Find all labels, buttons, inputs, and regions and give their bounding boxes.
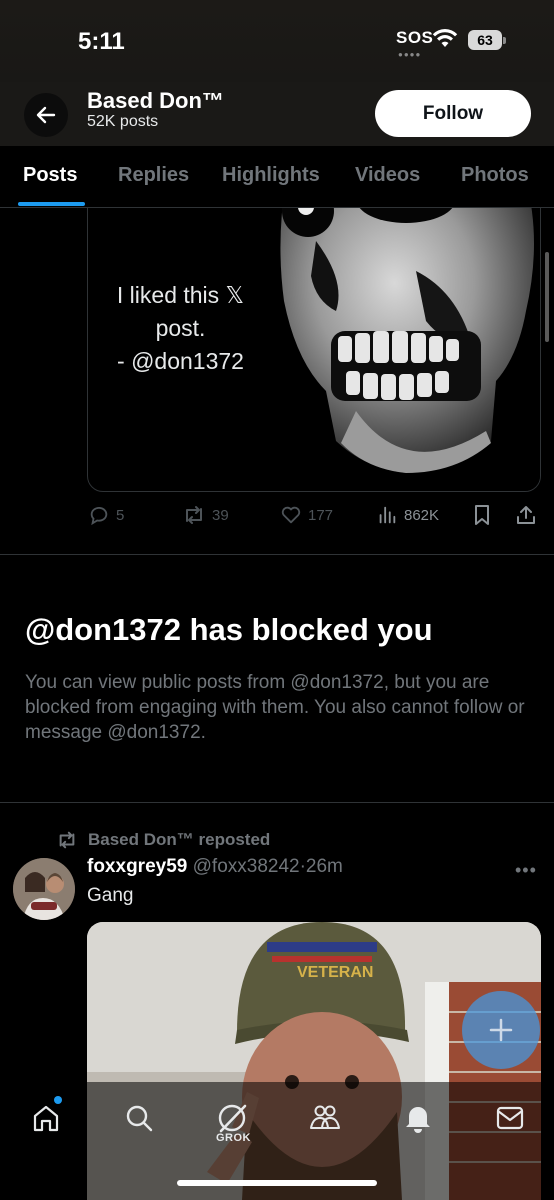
heart-icon: [281, 506, 301, 524]
wifi-icon: [432, 29, 458, 47]
tab-posts[interactable]: Posts: [23, 164, 77, 187]
image-caption-line1: I liked this 𝕏: [116, 282, 245, 308]
carrier-label: SOS: [396, 28, 434, 47]
views-action[interactable]: 862K: [376, 504, 439, 526]
active-tab-indicator: [18, 202, 85, 206]
arrow-left-icon: [36, 106, 56, 124]
skull-image: [256, 181, 540, 491]
reply-icon: [90, 506, 108, 526]
repost-icon: [186, 506, 202, 524]
avatar-photo: [13, 858, 75, 920]
back-button[interactable]: [24, 93, 68, 137]
post-count: 52K posts: [87, 113, 159, 130]
profile-name: Based Don™: [87, 88, 224, 113]
reply-count: 5: [116, 506, 125, 524]
like-count: 177: [308, 506, 334, 524]
tab-videos[interactable]: Videos: [355, 164, 420, 187]
battery-level: 63: [468, 30, 502, 50]
bottom-nav: GROK: [0, 1082, 554, 1200]
svg-text:VETERAN: VETERAN: [297, 964, 373, 981]
profile-tabs: Posts Replies Highlights Videos Photos: [0, 146, 554, 208]
nav-notifications[interactable]: [400, 1100, 436, 1136]
post-author[interactable]: foxxgrey59 @foxx38242·26m: [87, 856, 343, 878]
avatar[interactable]: [13, 858, 75, 920]
blocked-title: @don1372 has blocked you: [25, 612, 433, 647]
battery-icon: 63: [468, 30, 506, 50]
home-indicator: [177, 1180, 377, 1186]
grok-icon: [218, 1104, 247, 1133]
notifications-icon: [406, 1107, 430, 1133]
profile-header: Based Don™ 52K posts Follow: [0, 82, 554, 146]
nav-communities[interactable]: [307, 1100, 343, 1136]
communities-icon: [310, 1105, 340, 1129]
repost-icon: [59, 831, 75, 849]
share-icon: [517, 506, 535, 524]
image-caption-line2: post.: [155, 315, 206, 341]
messages-icon: [496, 1106, 524, 1130]
divider: [0, 554, 554, 555]
status-time: 5:11: [78, 28, 125, 55]
bookmark-button[interactable]: [472, 504, 492, 526]
view-count: 862K: [404, 506, 440, 524]
author-name[interactable]: foxxgrey59: [87, 856, 187, 877]
tab-replies[interactable]: Replies: [118, 164, 189, 187]
nav-search[interactable]: [121, 1100, 157, 1136]
home-icon: [33, 1105, 59, 1132]
nav-messages[interactable]: [492, 1100, 528, 1136]
plus-icon: [489, 1018, 513, 1042]
blocked-description: You can view public posts from @don1372,…: [25, 672, 525, 743]
share-button[interactable]: [515, 504, 537, 526]
nav-home[interactable]: [28, 1100, 64, 1136]
tab-highlights[interactable]: Highlights: [222, 164, 320, 187]
reply-action[interactable]: 5: [88, 504, 124, 526]
repost-label: Based Don™ reposted: [88, 830, 271, 849]
repost-indicator[interactable]: Based Don™ reposted: [56, 830, 270, 850]
repost-action[interactable]: 39: [182, 504, 229, 526]
post-time: 26m: [305, 856, 343, 877]
nav-grok[interactable]: [214, 1100, 250, 1136]
compose-button[interactable]: [462, 991, 540, 1069]
more-options-icon[interactable]: •••: [515, 860, 537, 881]
follow-button[interactable]: Follow: [375, 90, 531, 137]
author-handle[interactable]: @foxx38242: [193, 856, 300, 877]
quoted-image-card[interactable]: I liked this 𝕏 post. - @don1372: [87, 180, 541, 492]
signal-dots-icon: ●●●●: [398, 50, 422, 59]
status-bar: 5:11 SOS ●●●● 63: [0, 0, 554, 82]
notification-dot: [54, 1096, 62, 1104]
image-caption: I liked this 𝕏 post. - @don1372: [88, 279, 273, 378]
post-actions: 5 39 177 862K: [0, 504, 554, 530]
views-icon: [379, 506, 396, 524]
image-caption-line3: - @don1372: [117, 348, 244, 374]
scrollbar[interactable]: [545, 252, 549, 342]
divider: [0, 802, 554, 803]
post-text: Gang: [87, 885, 134, 906]
bookmark-icon: [475, 505, 489, 525]
grok-label: GROK: [216, 1132, 251, 1144]
tab-photos[interactable]: Photos: [461, 164, 529, 187]
repost-count: 39: [212, 506, 229, 524]
search-icon: [126, 1105, 153, 1132]
like-action[interactable]: 177: [280, 504, 333, 526]
